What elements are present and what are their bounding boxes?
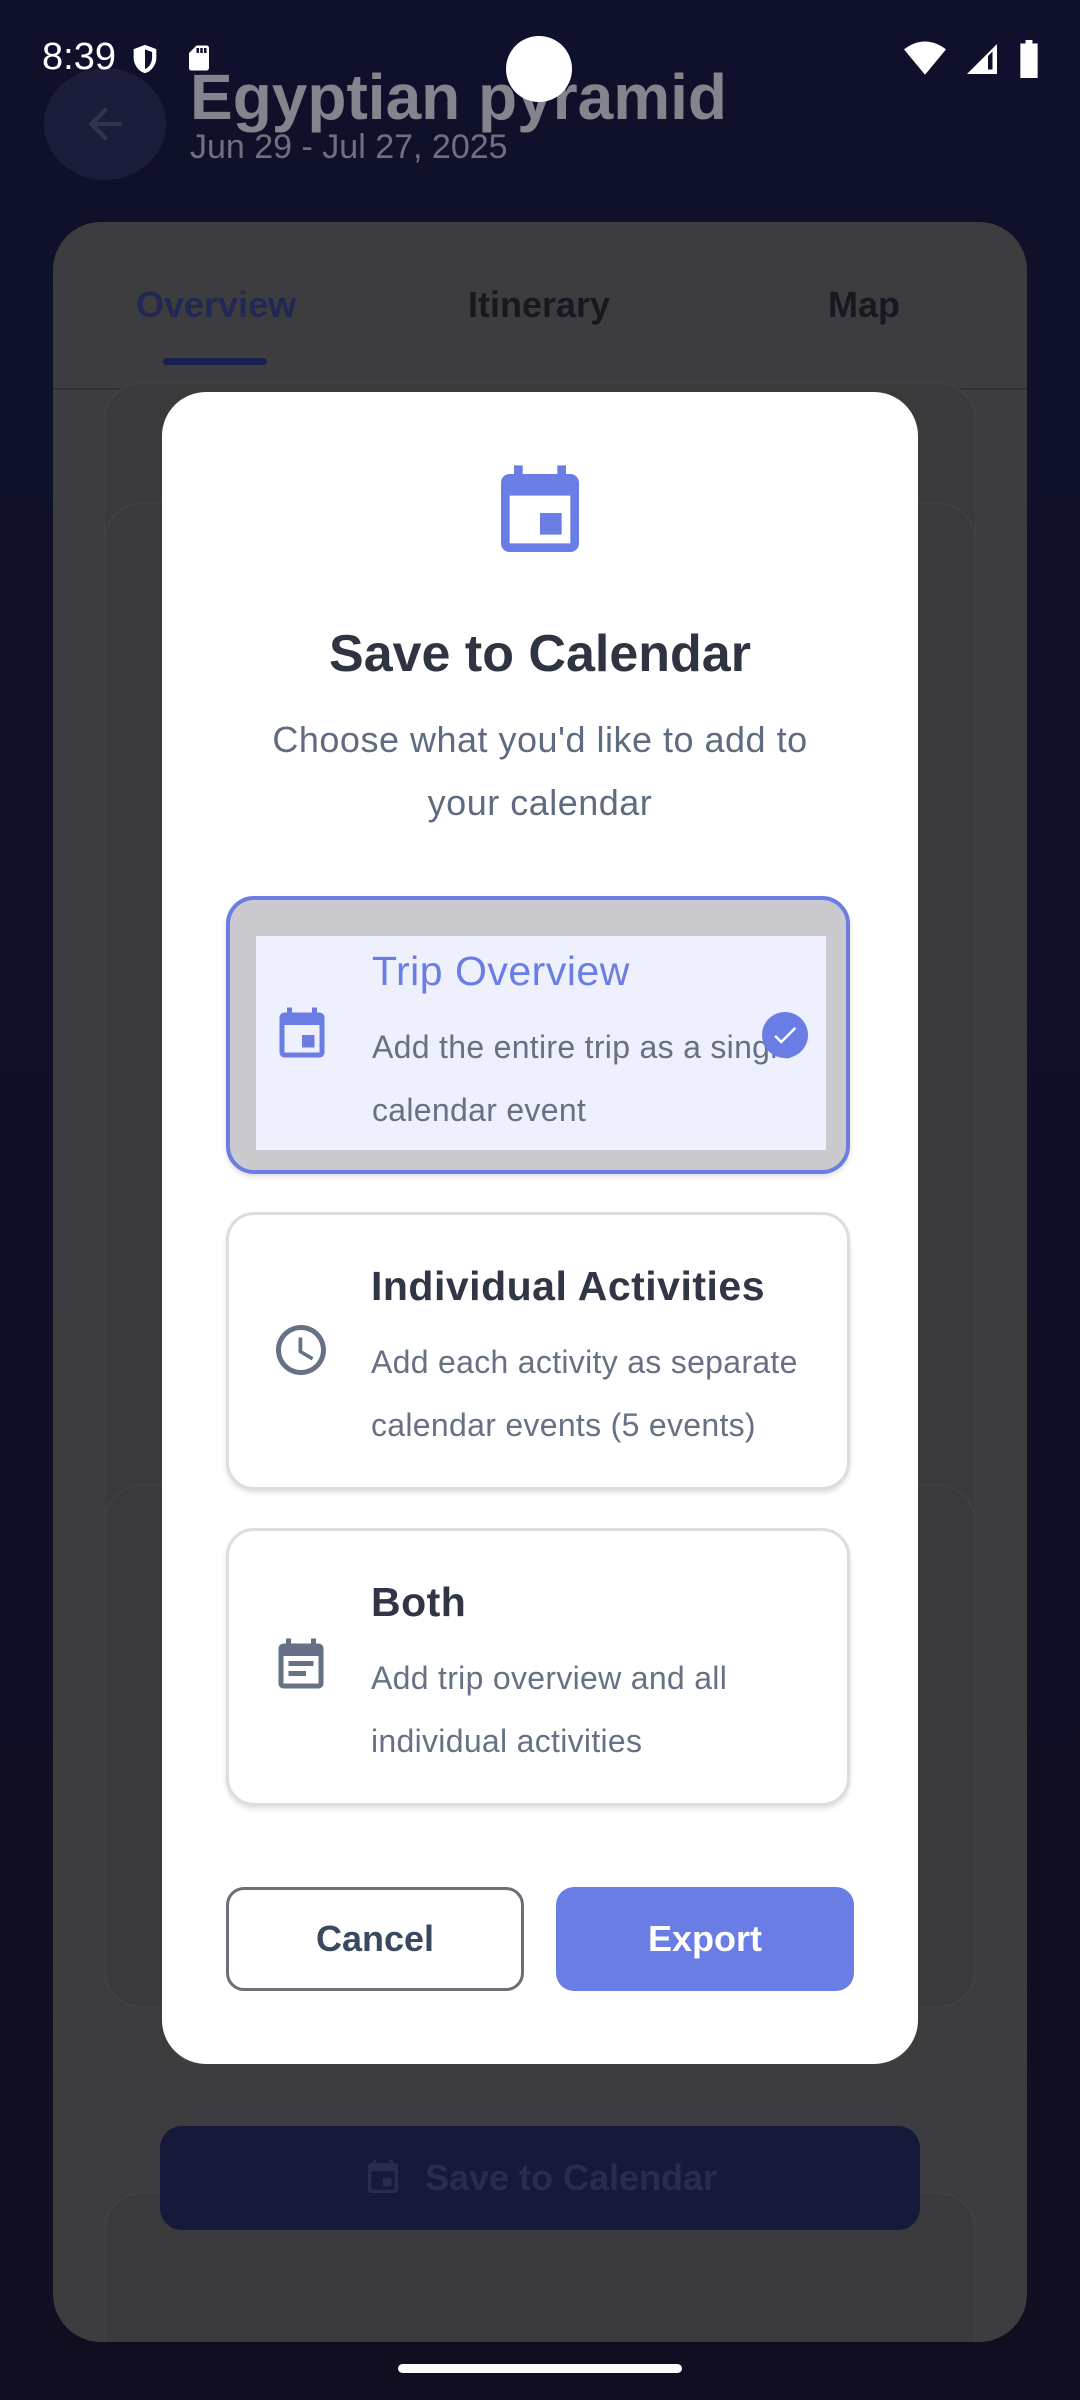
clock-icon [276, 1325, 326, 1375]
save-to-calendar-dialog: Save to Calendar Choose what you'd like … [162, 392, 918, 2064]
wifi-icon [904, 41, 946, 75]
option-title: Both [371, 1579, 467, 1625]
shield-icon [133, 44, 157, 74]
option-description: Add the entire trip as a single calendar… [372, 1029, 796, 1128]
check-circle-icon [762, 1012, 808, 1058]
signal-icon [967, 44, 997, 74]
sd-card-icon [189, 45, 209, 71]
calendar-icon [279, 1007, 325, 1058]
navigation-handle[interactable] [398, 2364, 682, 2373]
dialog-title: Save to Calendar [329, 625, 751, 683]
battery-icon [1020, 40, 1038, 78]
dialog-subtitle: Choose what you'd like to add to your ca… [272, 719, 808, 823]
cancel-button[interactable]: Cancel [226, 1887, 524, 1991]
calendar-event-icon [278, 1638, 324, 1689]
calendar-icon [501, 465, 579, 552]
option-title: Trip Overview [372, 948, 630, 994]
option-both[interactable]: Both Add trip overview and all individua… [226, 1528, 850, 1806]
option-description: Add each activity as separate calendar e… [371, 1344, 798, 1443]
export-button[interactable]: Export [556, 1887, 854, 1991]
option-trip-overview[interactable]: Trip Overview Add the entire trip as a s… [226, 896, 850, 1174]
status-time: 8:39 [42, 36, 116, 78]
option-title: Individual Activities [371, 1263, 766, 1309]
option-individual-activities[interactable]: Individual Activities Add each activity … [226, 1212, 850, 1490]
option-description: Add trip overview and all individual act… [371, 1660, 728, 1759]
camera-cutout [506, 36, 572, 102]
